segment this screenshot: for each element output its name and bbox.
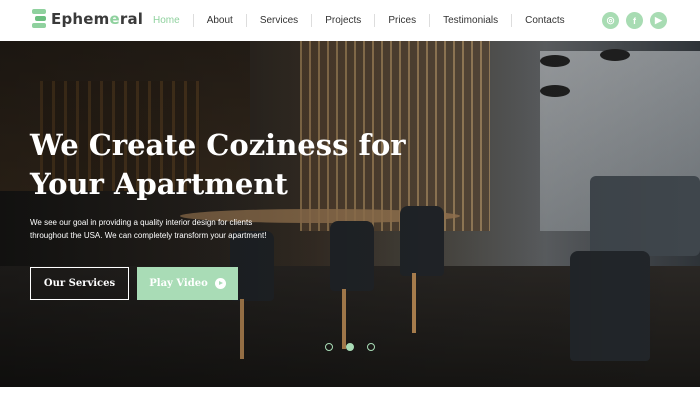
main-nav: Home About Services Projects Prices Test…	[140, 0, 578, 41]
brand-logo[interactable]: Ephemeral	[30, 8, 143, 30]
page-bottom-strip	[0, 387, 700, 414]
play-video-label: Play Video	[149, 278, 208, 289]
hero-title-line-1: We Create Coziness for	[30, 128, 406, 162]
logo-mark-icon	[30, 8, 48, 30]
hero-title: We Create Coziness for Your Apartment	[30, 126, 430, 204]
slide-dot-2[interactable]	[346, 343, 354, 351]
slider-pagination	[325, 343, 375, 351]
social-links: ◎ f ▶	[602, 12, 667, 29]
hero-description: We see our goal in providing a quality i…	[30, 218, 267, 240]
slide-dot-3[interactable]	[367, 343, 375, 351]
nav-item-home[interactable]: Home	[140, 0, 193, 41]
hero-slider: We Create Coziness for Your Apartment We…	[0, 41, 700, 387]
play-video-button[interactable]: Play Video	[137, 267, 238, 300]
nav-item-prices[interactable]: Prices	[375, 0, 429, 41]
play-icon	[214, 278, 226, 289]
slide-dot-1[interactable]	[325, 343, 333, 351]
nav-item-contacts[interactable]: Contacts	[512, 0, 577, 41]
nav-item-testimonials[interactable]: Testimonials	[430, 0, 511, 41]
nav-item-services[interactable]: Services	[247, 0, 311, 41]
instagram-icon[interactable]: ◎	[602, 12, 619, 29]
hero-title-line-2: Your Apartment	[30, 167, 288, 201]
brand-name: Ephemeral	[51, 10, 144, 28]
nav-item-about[interactable]: About	[194, 0, 246, 41]
nav-item-projects[interactable]: Projects	[312, 0, 374, 41]
our-services-button[interactable]: Our Services	[30, 267, 129, 300]
site-header: Ephemeral Home About Services Projects P…	[0, 0, 700, 41]
youtube-icon[interactable]: ▶	[650, 12, 667, 29]
hero-overlay	[0, 41, 700, 387]
facebook-icon[interactable]: f	[626, 12, 643, 29]
